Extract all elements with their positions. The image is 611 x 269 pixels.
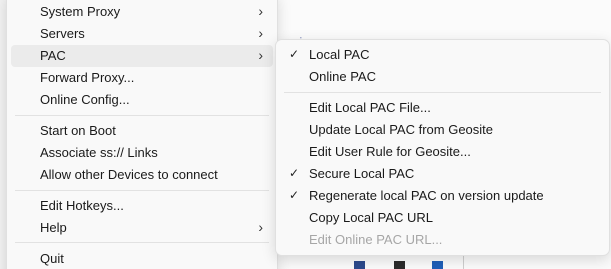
menu-separator xyxy=(15,190,269,191)
menu-separator xyxy=(284,92,601,93)
menu-item-label: Edit User Rule for Geosite... xyxy=(309,144,471,159)
menu-item-edit-hotkeys[interactable]: Edit Hotkeys... xyxy=(11,195,273,217)
menu-item-label: System Proxy xyxy=(40,4,121,19)
background-divider xyxy=(463,256,464,269)
pac-submenu: ✓ Local PAC Online PAC Edit Local PAC Fi… xyxy=(275,39,610,256)
menu-item-label: Online Config... xyxy=(40,92,130,107)
menu-item-label: Online PAC xyxy=(309,69,376,84)
menu-item-label: Edit Hotkeys... xyxy=(40,198,124,213)
menu-item-label: PAC xyxy=(40,48,66,63)
menu-item-start-on-boot[interactable]: Start on Boot xyxy=(11,120,273,142)
menu-separator xyxy=(15,115,269,116)
submenu-item-local-pac[interactable]: ✓ Local PAC xyxy=(280,44,605,66)
menu-item-label: Servers xyxy=(40,26,85,41)
menu-item-forward-proxy[interactable]: Forward Proxy... xyxy=(11,67,273,89)
menu-item-pac[interactable]: PAC › xyxy=(11,45,273,67)
tray-context-menu: System Proxy › Servers › PAC › Forward P… xyxy=(6,0,278,269)
menu-item-label: Edit Local PAC File... xyxy=(309,100,431,115)
checkmark-icon: ✓ xyxy=(289,188,300,202)
submenu-item-edit-online-pac-url: Edit Online PAC URL... xyxy=(280,229,605,251)
menu-item-online-config[interactable]: Online Config... xyxy=(11,89,273,111)
submenu-item-update-local-pac[interactable]: Update Local PAC from Geosite xyxy=(280,119,605,141)
tray-app-icon[interactable] xyxy=(354,261,365,269)
menu-item-label: Start on Boot xyxy=(40,123,116,138)
menu-item-label: Allow other Devices to connect xyxy=(40,167,218,182)
menu-item-label: Associate ss:// Links xyxy=(40,145,158,160)
chevron-right-icon: › xyxy=(258,219,263,235)
submenu-item-regenerate-pac[interactable]: ✓ Regenerate local PAC on version update xyxy=(280,185,605,207)
menu-item-label: Edit Online PAC URL... xyxy=(309,232,443,247)
checkmark-icon: ✓ xyxy=(289,47,300,61)
menu-item-help[interactable]: Help › xyxy=(11,217,273,239)
menu-item-label: Help xyxy=(40,220,67,235)
submenu-item-copy-pac-url[interactable]: Copy Local PAC URL xyxy=(280,207,605,229)
menu-separator xyxy=(15,242,269,243)
menu-item-servers[interactable]: Servers › xyxy=(11,23,273,45)
chevron-right-icon: › xyxy=(258,47,263,63)
menu-item-label: Secure Local PAC xyxy=(309,166,415,181)
chevron-right-icon: › xyxy=(258,3,263,19)
menu-item-label: Local PAC xyxy=(309,47,370,62)
checkmark-icon: ✓ xyxy=(289,166,300,180)
menu-item-label: Copy Local PAC URL xyxy=(309,210,434,225)
submenu-item-online-pac[interactable]: Online PAC xyxy=(280,66,605,88)
chevron-right-icon: › xyxy=(258,25,263,41)
submenu-item-edit-local-pac[interactable]: Edit Local PAC File... xyxy=(280,97,605,119)
submenu-item-edit-user-rule[interactable]: Edit User Rule for Geosite... xyxy=(280,141,605,163)
tray-app-icon[interactable] xyxy=(432,261,443,269)
menu-item-associate-links[interactable]: Associate ss:// Links xyxy=(11,142,273,164)
tray-app-icon[interactable] xyxy=(394,261,405,269)
menu-item-label: Regenerate local PAC on version update xyxy=(309,188,544,203)
submenu-item-secure-local-pac[interactable]: ✓ Secure Local PAC xyxy=(280,163,605,185)
menu-item-label: Quit xyxy=(40,251,64,266)
menu-item-allow-other-devices[interactable]: Allow other Devices to connect xyxy=(11,164,273,186)
menu-item-quit[interactable]: Quit xyxy=(11,248,273,269)
menu-item-system-proxy[interactable]: System Proxy › xyxy=(11,1,273,23)
menu-item-label: Forward Proxy... xyxy=(40,70,135,85)
menu-item-label: Update Local PAC from Geosite xyxy=(309,122,494,137)
